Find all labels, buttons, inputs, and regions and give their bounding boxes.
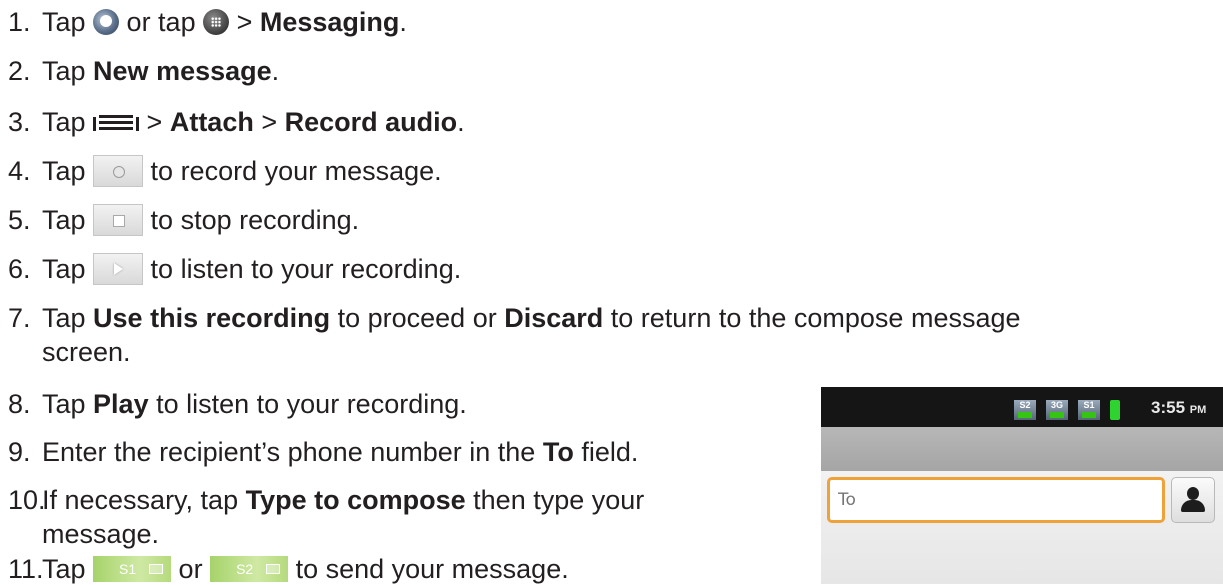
title-bar [821,427,1223,471]
record-icon [93,154,144,187]
stop-icon [93,203,144,236]
to-input[interactable] [838,488,1138,512]
step-number: 1. [8,7,31,37]
envelope-icon [149,563,164,574]
play-icon [93,252,144,285]
to-field[interactable] [827,477,1165,523]
status-time: 3:55 PM [1151,398,1207,417]
network-3g-icon: 3G [1046,400,1068,420]
phone-screenshot: S2 3G S1 3:55 PM [821,387,1223,584]
status-bar: S2 3G S1 3:55 PM [821,387,1223,427]
envelope-icon [266,563,281,574]
messaging-icon [93,8,120,35]
new-message-label: New message [93,56,272,86]
send-s1-icon: S1 [93,555,172,582]
messaging-label: Messaging [259,7,400,37]
menu-icon [93,111,140,133]
sim2-signal-icon: S2 [1014,400,1036,420]
sim1-signal-icon: S1 [1078,400,1100,420]
battery-icon [1110,400,1120,420]
person-icon [1187,487,1199,500]
send-s2-icon: S2 [210,555,289,582]
contact-picker-button[interactable] [1171,477,1215,523]
apps-icon [203,8,230,35]
